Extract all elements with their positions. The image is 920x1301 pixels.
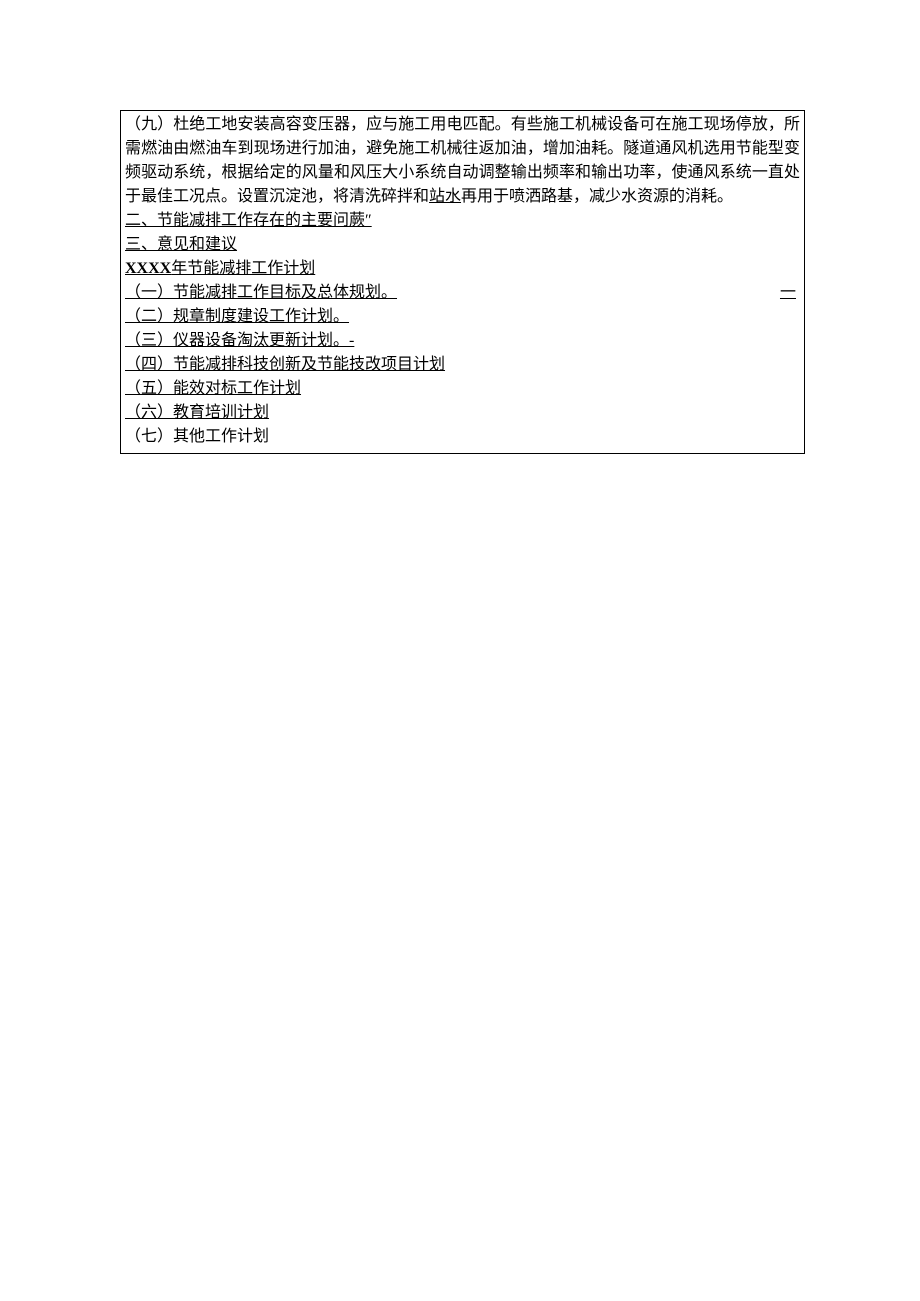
plan-item-7: （七）其他工作计划: [125, 425, 800, 449]
plan-title-line: XXXX年节能减排工作计划: [125, 257, 800, 281]
plan-item-1-text: （一）节能减排工作目标及总体规划。: [125, 281, 397, 305]
plan-item-3-text: （三）仪器设备淘汰更新计划。-: [125, 332, 354, 349]
plan-item-3: （三）仪器设备淘汰更新计划。-: [125, 329, 800, 353]
plan-item-2-text: （二）规章制度建设工作计划。: [125, 308, 349, 325]
plan-item-5-text: （五）能效对标工作计划: [125, 380, 301, 397]
plan-item-1: （一）节能减排工作目标及总体规划。 一: [125, 281, 800, 305]
paragraph-text-tail: 再用于喷洒路基，减少水资源的消耗。: [461, 188, 733, 205]
plan-item-4-text: （四）节能减排科技创新及节能技改项目计划: [125, 356, 445, 373]
paragraph-text-underlined-word: 站水: [429, 188, 461, 205]
plan-item-1-trailer: 一: [780, 281, 800, 305]
plan-title-rest: 年节能减排工作计划: [171, 260, 315, 277]
section-three-heading: 三、意见和建议: [125, 233, 800, 257]
plan-title-year: XXXX: [125, 260, 171, 277]
section-three-text: 三、意见和建议: [125, 236, 237, 253]
content-box: （九）杜绝工地安装高容变压器，应与施工用电匹配。有些施工机械设备可在施工现场停放…: [120, 110, 805, 454]
plan-item-6: （六）教育培训计划: [125, 401, 800, 425]
plan-item-4: （四）节能减排科技创新及节能技改项目计划: [125, 353, 800, 377]
section-two-text: 二、节能减排工作存在的主要问蕨″: [125, 212, 372, 229]
paragraph-item-nine: （九）杜绝工地安装高容变压器，应与施工用电匹配。有些施工机械设备可在施工现场停放…: [125, 113, 800, 209]
plan-item-6-text: （六）教育培训计划: [125, 404, 269, 421]
plan-item-5: （五）能效对标工作计划: [125, 377, 800, 401]
plan-item-2: （二）规章制度建设工作计划。: [125, 305, 800, 329]
section-two-heading: 二、节能减排工作存在的主要问蕨″: [125, 209, 800, 233]
document-page: （九）杜绝工地安装高容变压器，应与施工用电匹配。有些施工机械设备可在施工现场停放…: [0, 0, 920, 1301]
plan-item-7-text: （七）其他工作计划: [125, 428, 269, 445]
